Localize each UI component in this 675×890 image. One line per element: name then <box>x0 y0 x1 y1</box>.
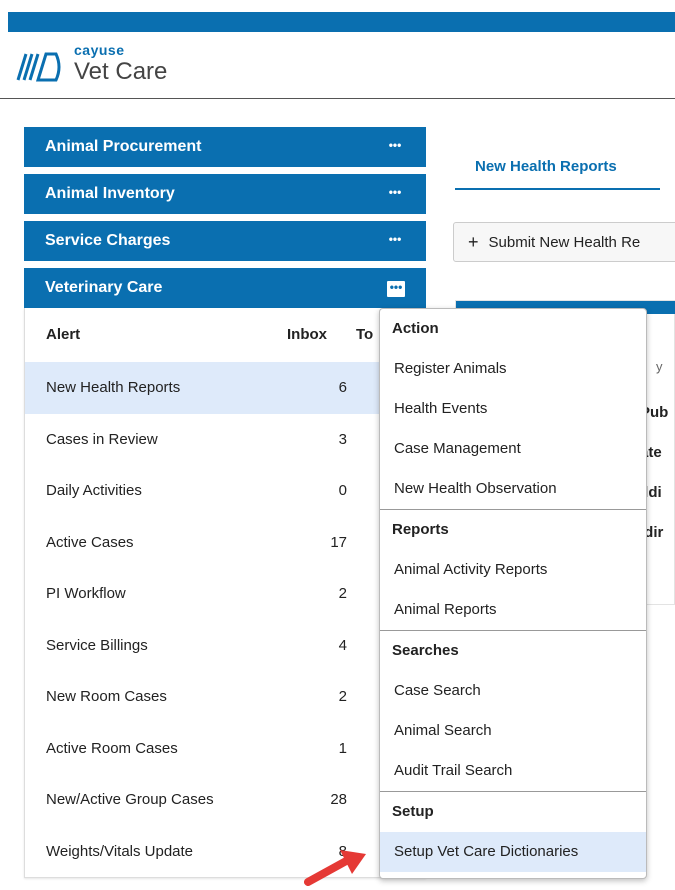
column-header-to[interactable]: To <box>356 326 373 343</box>
sidebar-item-label: Service Charges <box>45 232 171 249</box>
top-banner <box>8 12 675 32</box>
active-tab-indicator <box>455 188 660 190</box>
table-row[interactable]: Active Cases 17 <box>25 517 425 569</box>
alert-name: Cases in Review <box>46 430 158 448</box>
inbox-count: 17 <box>330 533 347 551</box>
inbox-count: 28 <box>330 791 347 808</box>
table-row[interactable]: Service Billings 4 <box>25 620 425 672</box>
menu-item-audit-trail-search[interactable]: Audit Trail Search <box>380 751 646 791</box>
menu-item-case-management[interactable]: Case Management <box>380 429 646 469</box>
menu-item-setup-vet-care-dictionaries[interactable]: Setup Vet Care Dictionaries <box>380 832 646 872</box>
tab-new-health-reports[interactable]: New Health Reports <box>475 158 617 175</box>
inbox-count: 2 <box>338 688 347 705</box>
table-row[interactable]: Cases in Review 3 <box>25 414 425 466</box>
sidebar-item-label: Veterinary Care <box>45 279 163 296</box>
more-options-icon[interactable]: ••• <box>386 139 404 155</box>
table-row[interactable]: New Room Cases 2 <box>25 671 425 723</box>
alert-name: Service Billings <box>46 636 148 654</box>
table-row[interactable]: PI Workflow 2 <box>25 568 425 620</box>
menu-item-animal-reports[interactable]: Animal Reports <box>380 590 646 630</box>
inbox-count: 0 <box>338 482 347 499</box>
menu-item-register-animals[interactable]: Register Animals <box>380 349 646 389</box>
alerts-table: Alert Inbox To New Health Reports 6 Case… <box>24 308 426 878</box>
column-header-inbox[interactable]: Inbox <box>287 326 327 343</box>
table-row[interactable]: Active Room Cases 1 <box>25 723 425 775</box>
alert-name: PI Workflow <box>46 585 126 602</box>
menu-item-health-events[interactable]: Health Events <box>380 389 646 429</box>
red-pointer-arrow-icon <box>304 850 366 886</box>
table-row[interactable]: Daily Activities 0 <box>25 465 425 517</box>
alert-name: New Room Cases <box>46 688 167 705</box>
sidebar-item-label: Animal Procurement <box>45 138 202 155</box>
menu-section-searches: Searches <box>392 642 459 659</box>
sidebar-item-label: Animal Inventory <box>45 185 175 202</box>
inbox-count: 6 <box>338 379 347 396</box>
plus-icon: + <box>468 231 479 252</box>
menu-item-case-search[interactable]: Case Search <box>380 671 646 711</box>
menu-item-animal-activity-reports[interactable]: Animal Activity Reports <box>380 550 646 590</box>
sidebar-item-service-charges[interactable]: Service Charges ••• <box>24 221 426 261</box>
inbox-count: 2 <box>338 585 347 602</box>
table-row[interactable]: New/Active Group Cases 28 <box>25 774 425 826</box>
table-header-cell: y <box>656 359 663 374</box>
inbox-count: 4 <box>338 636 347 654</box>
inbox-count: 1 <box>338 739 347 757</box>
sidebar: Animal Procurement ••• Animal Inventory … <box>24 127 426 878</box>
menu-section-action: Action <box>392 320 439 337</box>
header-divider <box>0 98 675 99</box>
more-options-icon[interactable]: ••• <box>386 233 404 249</box>
alerts-table-header: Alert Inbox To <box>25 308 425 362</box>
submit-button-label: Submit New Health Re <box>488 233 641 251</box>
veterinary-care-dropdown-menu: Action Register Animals Health Events Ca… <box>379 308 647 879</box>
cayuse-logo-icon <box>16 52 61 82</box>
alert-name: Weights/Vitals Update <box>46 842 194 860</box>
inbox-count: 3 <box>338 430 347 448</box>
brand-name: cayuse <box>74 42 125 58</box>
more-options-icon[interactable]: ••• <box>386 280 406 298</box>
menu-item-animal-search[interactable]: Animal Search <box>380 711 646 751</box>
alert-name: New Health Reports <box>46 379 181 396</box>
column-header-alert[interactable]: Alert <box>46 326 80 343</box>
sidebar-item-animal-inventory[interactable]: Animal Inventory ••• <box>24 174 426 214</box>
more-options-icon[interactable]: ••• <box>386 186 404 202</box>
sidebar-item-animal-procurement[interactable]: Animal Procurement ••• <box>24 127 426 167</box>
sidebar-item-veterinary-care[interactable]: Veterinary Care ••• <box>24 268 426 308</box>
table-row[interactable]: New Health Reports 6 <box>25 362 425 414</box>
alert-name: Daily Activities <box>46 482 142 499</box>
menu-section-setup: Setup <box>392 803 434 820</box>
product-name: Vet Care <box>74 58 168 85</box>
menu-section-reports: Reports <box>392 521 449 538</box>
menu-item-new-health-observation[interactable]: New Health Observation <box>380 469 646 509</box>
submit-new-health-report-button[interactable]: + Submit New Health Re <box>453 222 675 262</box>
alert-name: New/Active Group Cases <box>46 791 214 808</box>
alert-name: Active Room Cases <box>46 739 178 757</box>
alert-name: Active Cases <box>46 533 134 551</box>
